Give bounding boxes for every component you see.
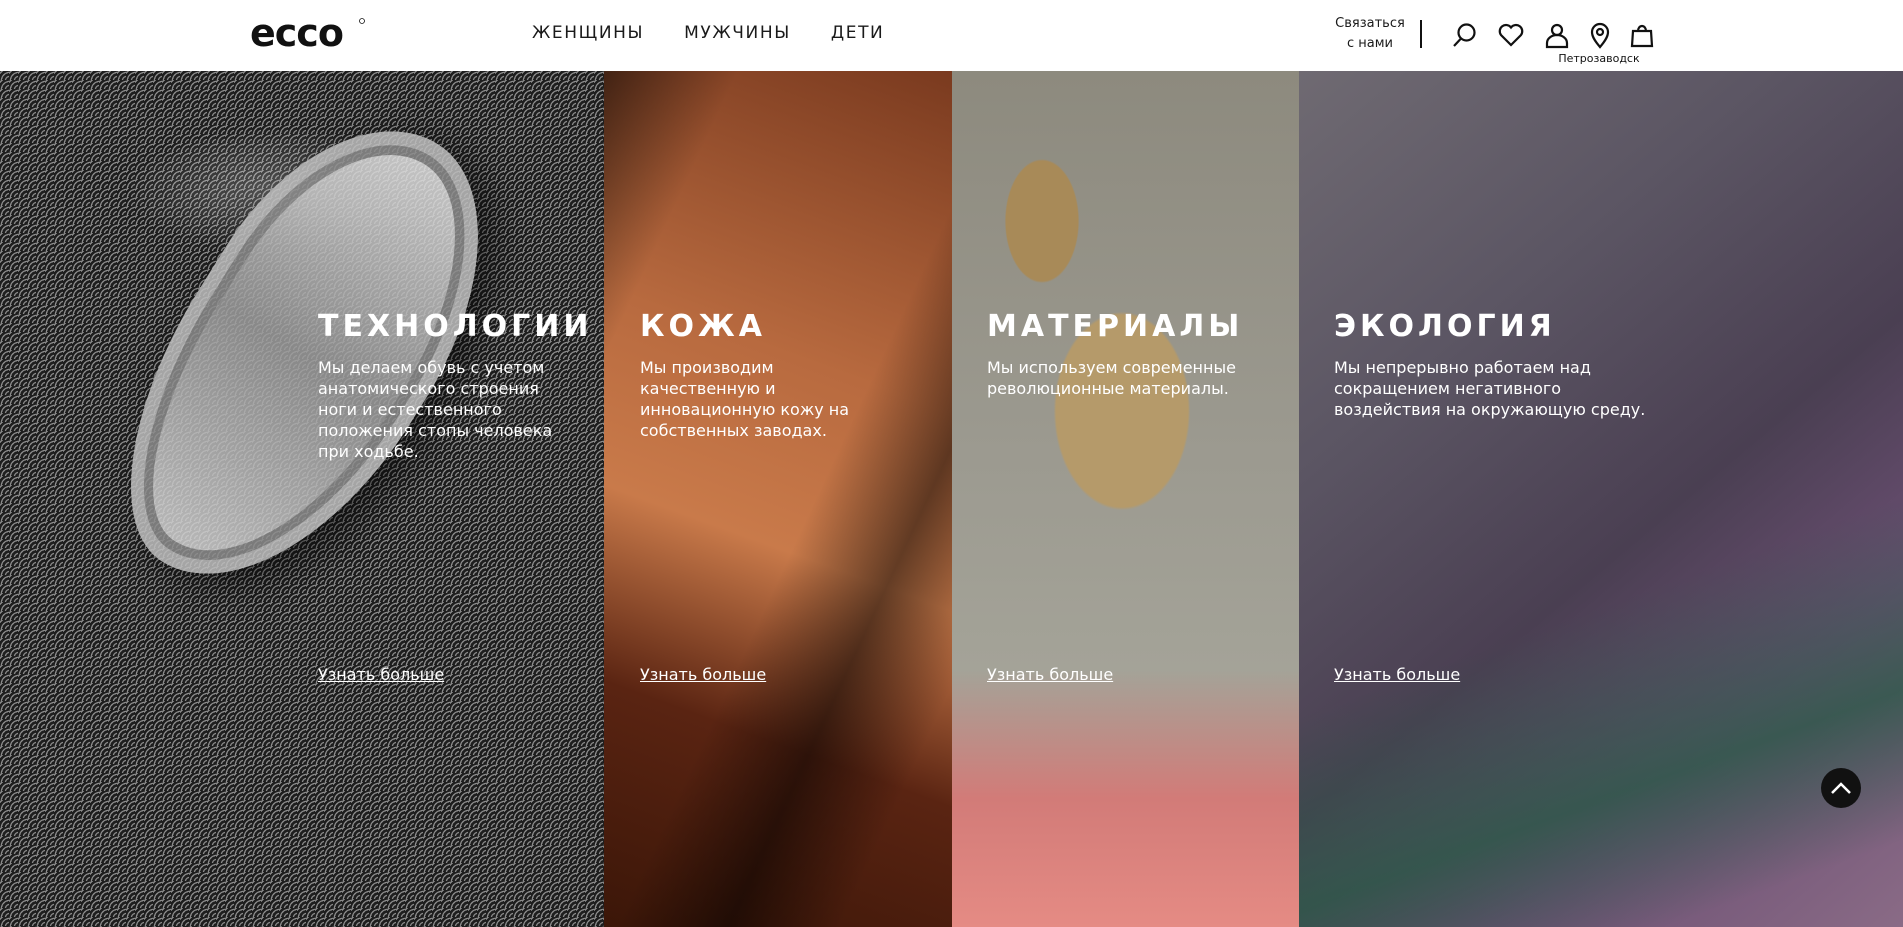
nav-women[interactable]: ЖЕНЩИНЫ — [532, 23, 644, 43]
learn-more-link[interactable]: Узнать больше — [987, 665, 1113, 684]
learn-more-link[interactable]: Узнать больше — [1334, 665, 1460, 684]
panel-title: МАТЕРИАЛЫ — [987, 309, 1244, 344]
panel-description: Мы используем современные революционные … — [987, 358, 1236, 398]
scroll-to-top-button[interactable] — [1821, 768, 1861, 808]
site-header: ecco ЖЕНЩИНЫ МУЖЧИНЫ ДЕТИ Связаться с на… — [0, 0, 1903, 71]
contact-line-1: Связаться — [1335, 16, 1405, 31]
panel-description: Мы непрерывно работаем над сокращением н… — [1334, 358, 1646, 419]
panel-ecology: ЭКОЛОГИЯ Мы непрерывно работаем над сокр… — [1299, 71, 1903, 927]
learn-more-link[interactable]: Узнать больше — [318, 665, 444, 684]
shoe-sole-image — [66, 77, 544, 635]
panel-title: ТЕХНОЛОГИИ — [318, 309, 593, 344]
search-icon[interactable] — [1448, 18, 1482, 52]
location-pin-icon[interactable] — [1583, 18, 1617, 52]
main-nav: ЖЕНЩИНЫ МУЖЧИНЫ ДЕТИ — [532, 0, 884, 66]
contact-us-link[interactable]: Связаться с нами — [1334, 14, 1406, 54]
svg-text:ecco: ecco — [250, 16, 343, 52]
panel-title: КОЖА — [640, 309, 766, 344]
panel-leather: КОЖА Мы производим качественную и иннова… — [604, 71, 952, 927]
panel-technologies: ТЕХНОЛОГИИ Мы делаем обувь с учетом анат… — [0, 71, 604, 927]
nav-kids[interactable]: ДЕТИ — [831, 23, 885, 43]
chevron-up-icon — [1831, 782, 1851, 794]
contact-line-2: с нами — [1346, 36, 1393, 51]
city-label[interactable]: Петрозаводск — [1544, 52, 1654, 65]
feature-panels: ТЕХНОЛОГИИ Мы делаем обувь с учетом анат… — [0, 71, 1903, 927]
panel-description: Мы делаем обувь с учетом анатомического … — [318, 358, 553, 461]
learn-more-link[interactable]: Узнать больше — [640, 665, 766, 684]
nav-men[interactable]: МУЖЧИНЫ — [684, 23, 791, 43]
header-divider — [1420, 20, 1422, 48]
panel-title: ЭКОЛОГИЯ — [1334, 309, 1556, 344]
panel-description: Мы производим качественную и инновационн… — [640, 358, 850, 440]
shopping-bag-icon[interactable] — [1625, 18, 1659, 52]
panel-materials: МАТЕРИАЛЫ Мы используем современные рево… — [952, 71, 1299, 927]
heart-icon[interactable] — [1494, 18, 1528, 52]
user-icon[interactable] — [1540, 18, 1574, 52]
ecco-logo[interactable]: ecco — [250, 16, 365, 52]
